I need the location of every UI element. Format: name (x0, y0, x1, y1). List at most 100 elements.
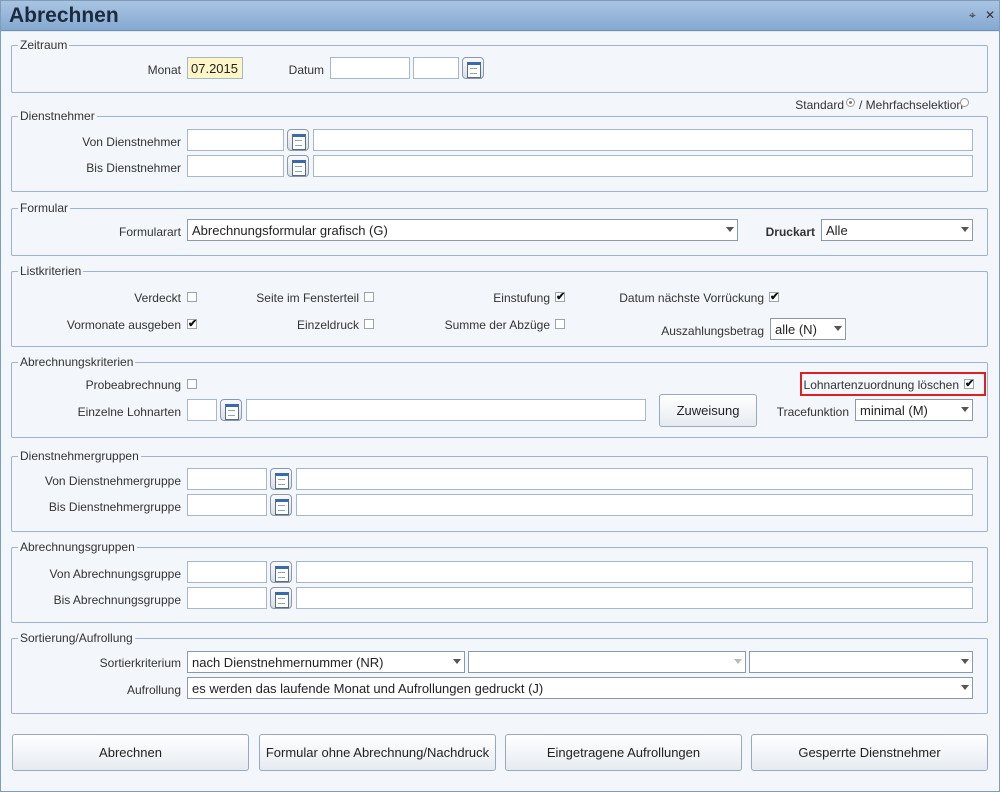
einstufung-checkbox[interactable]: ✔ (555, 292, 565, 303)
datum-vorrueckung-label: Datum nächste Vorrückung (619, 291, 764, 305)
calendar-icon[interactable] (270, 494, 292, 516)
einzelne-lohnarten-code[interactable] (187, 399, 217, 421)
abrechnungsgruppen-legend: Abrechnungsgruppen (18, 540, 137, 554)
monat-input[interactable]: 07.2015 (187, 57, 243, 79)
calendar-icon[interactable] (270, 468, 292, 490)
bis-dienstnehmergruppe-label: Bis Dienstnehmergruppe (48, 500, 181, 514)
bis-abrechnungsgruppe-name[interactable] (296, 587, 973, 609)
chevron-down-icon (961, 227, 969, 232)
zeitraum-legend: Zeitraum (18, 38, 70, 52)
formularart-select[interactable]: Abrechnungsformular grafisch (G) (187, 219, 738, 241)
seite-im-fensterteil-label: Seite im Fensterteil (256, 291, 359, 305)
bis-dienstnehmer-label: Bis Dienstnehmer (86, 161, 181, 175)
sortierkriterium-label: Sortierkriterium (99, 656, 181, 670)
druckart-label: Druckart (765, 225, 815, 239)
einzelne-lohnarten-text[interactable] (246, 399, 646, 421)
bis-dienstnehmergruppe-name[interactable] (296, 494, 973, 516)
chevron-down-icon (834, 326, 842, 331)
probeabrechnung-checkbox[interactable] (187, 379, 197, 389)
monat-label: Monat (147, 63, 181, 77)
sortierkriterium-value-1: nach Dienstnehmernummer (NR) (192, 655, 384, 670)
seite-im-fensterteil-checkbox[interactable] (364, 292, 374, 302)
tracefunktion-value: minimal (M) (860, 403, 928, 418)
lohnartenzuordnung-loeschen-checkbox[interactable]: ✔ (964, 379, 974, 390)
bis-dienstnehmer-code[interactable] (187, 155, 284, 177)
bis-dienstnehmer-name[interactable] (313, 155, 973, 177)
calendar-icon[interactable] (287, 129, 309, 151)
sortierung-legend: Sortierung/Aufrollung (18, 631, 135, 645)
chevron-down-icon (726, 227, 734, 232)
formular-ohne-abrechnung-button[interactable]: Formular ohne Abrechnung/Nachdruck (259, 734, 496, 771)
von-dienstnehmer-label: Von Dienstnehmer (82, 135, 181, 149)
sortierkriterium-select-2[interactable] (468, 651, 746, 673)
abrechnungskriterien-legend: Abrechnungskriterien (18, 355, 136, 369)
aufrollung-select[interactable]: es werden das laufende Monat und Aufroll… (187, 677, 973, 699)
close-icon[interactable]: ✕ (985, 8, 995, 22)
bis-abrechnungsgruppe-code[interactable] (187, 587, 267, 609)
abrechnen-window: Abrechnen ⌖ ✕ Zeitraum Monat 07.2015 Dat… (0, 0, 1000, 792)
zuweisung-button[interactable]: Zuweisung (659, 394, 757, 427)
dienstnehmergruppen-legend: Dienstnehmergruppen (18, 449, 141, 463)
verdeckt-label: Verdeckt (134, 291, 181, 305)
title-bar: Abrechnen ⌖ ✕ (1, 1, 999, 31)
gesperrte-dienstnehmer-button[interactable]: Gesperrte Dienstnehmer (751, 734, 988, 771)
auszahlungsbetrag-value: alle (N) (775, 322, 817, 337)
sortierung-group: Sortierung/Aufrollung (11, 631, 988, 714)
calendar-icon[interactable] (287, 155, 309, 177)
datum-label: Datum (288, 63, 324, 77)
summe-abzuege-label: Summe der Abzüge (444, 318, 550, 332)
tracefunktion-label: Tracefunktion (776, 405, 849, 419)
einzeldruck-label: Einzeldruck (296, 318, 359, 332)
calendar-icon[interactable] (270, 561, 292, 583)
calendar-icon[interactable] (462, 57, 484, 79)
einzelne-lohnarten-label: Einzelne Lohnarten (77, 405, 181, 419)
von-dienstnehmergruppe-label: Von Dienstnehmergruppe (44, 474, 181, 488)
von-dienstnehmergruppe-code[interactable] (187, 468, 267, 490)
vormonate-label: Vormonate ausgeben (66, 318, 181, 332)
probeabrechnung-label: Probeabrechnung (85, 378, 181, 392)
tracefunktion-select[interactable]: minimal (M) (855, 399, 973, 421)
formularart-label: Formularart (118, 225, 181, 239)
chevron-down-icon (961, 659, 969, 664)
eingetragene-aufrollungen-button[interactable]: Eingetragene Aufrollungen (505, 734, 742, 771)
mehrfachselektion-label: / Mehrfachselektion (859, 98, 964, 112)
auszahlungsbetrag-label: Auszahlungsbetrag (661, 324, 764, 338)
auszahlungsbetrag-select[interactable]: alle (N) (770, 318, 846, 340)
datum-vorrueckung-checkbox[interactable]: ✔ (769, 292, 779, 303)
datum-to-input[interactable] (413, 57, 459, 79)
abrechnen-button[interactable]: Abrechnen (12, 734, 249, 771)
lohnartenzuordnung-loeschen-label: Lohnartenzuordnung löschen (803, 378, 959, 392)
druckart-select[interactable]: Alle (821, 219, 973, 241)
listkriterien-legend: Listkriterien (18, 264, 84, 278)
pin-icon[interactable]: ⌖ (969, 8, 976, 23)
chevron-down-icon (961, 407, 969, 412)
bis-abrechnungsgruppe-label: Bis Abrechnungsgruppe (53, 593, 181, 607)
sortierkriterium-select-1[interactable]: nach Dienstnehmernummer (NR) (187, 651, 465, 673)
einzeldruck-checkbox[interactable] (364, 319, 374, 329)
calendar-icon[interactable] (270, 587, 292, 609)
abrechnungsgruppen-group: Abrechnungsgruppen (11, 540, 988, 623)
standard-radio[interactable] (846, 98, 855, 107)
von-abrechnungsgruppe-name[interactable] (296, 561, 973, 583)
sortierkriterium-select-3[interactable] (749, 651, 973, 673)
calendar-icon[interactable] (220, 399, 242, 421)
von-dienstnehmer-code[interactable] (187, 129, 284, 151)
aufrollung-label: Aufrollung (126, 683, 181, 697)
chevron-down-icon (734, 659, 742, 664)
form-body: Zeitraum Monat 07.2015 Datum Standard / … (1, 32, 999, 791)
verdeckt-checkbox[interactable] (187, 292, 197, 302)
bis-dienstnehmergruppe-code[interactable] (187, 494, 267, 516)
window-title: Abrechnen (9, 4, 119, 27)
datum-from-input[interactable] (330, 57, 410, 79)
druckart-value: Alle (826, 223, 848, 238)
von-abrechnungsgruppe-label: Von Abrechnungsgruppe (49, 567, 181, 581)
standard-label: Standard (795, 98, 844, 112)
von-dienstnehmergruppe-name[interactable] (296, 468, 973, 490)
von-dienstnehmer-name[interactable] (313, 129, 973, 151)
von-abrechnungsgruppe-code[interactable] (187, 561, 267, 583)
chevron-down-icon (453, 659, 461, 664)
einstufung-label: Einstufung (493, 291, 550, 305)
mehrfachselektion-radio[interactable] (960, 98, 969, 107)
summe-abzuege-checkbox[interactable] (555, 319, 565, 329)
vormonate-checkbox[interactable]: ✔ (187, 319, 197, 330)
